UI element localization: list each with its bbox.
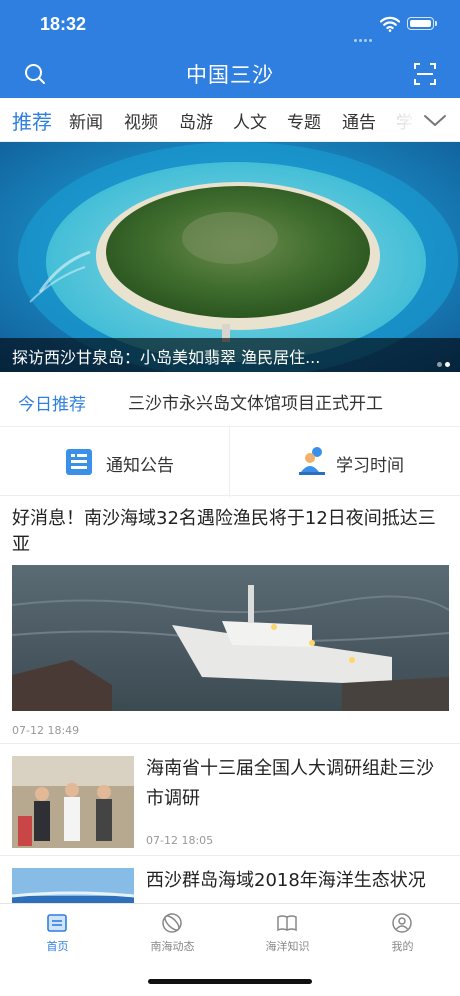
notice-label: 通知公告 xyxy=(106,456,174,476)
article-time: 07-12 18:05 xyxy=(146,834,214,847)
study-label: 学习时间 xyxy=(336,456,404,476)
tabbar-profile[interactable]: 我的 xyxy=(345,904,460,964)
tabbar-south-sea-news[interactable]: 南海动态 xyxy=(115,904,230,964)
study-button[interactable]: 学习时间 xyxy=(230,427,460,497)
article-headline: 西沙群岛海域2018年海洋生态状况 xyxy=(146,870,426,891)
status-time: 18:32 xyxy=(40,14,87,34)
tab-notices[interactable]: 通告 xyxy=(342,108,376,133)
status-bar: 18:32 xyxy=(0,0,460,48)
lead-article[interactable]: 好消息！南沙海域32名遇险渔民将于12日夜间抵达三亚 07-12 18:49 xyxy=(0,496,460,744)
tab-topics[interactable]: 专题 xyxy=(287,108,321,133)
carousel-dots xyxy=(434,352,450,371)
lead-article-image xyxy=(12,565,449,711)
tabbar-profile-label: 我的 xyxy=(391,940,414,953)
article-thumbnail xyxy=(12,756,134,848)
article-headline: 海南省十三届全国人大调研组赴三沙市调研 xyxy=(146,758,434,809)
notice-icon xyxy=(66,449,92,475)
lead-article-time: 07-12 18:49 xyxy=(12,724,80,737)
category-tabs: 推荐 新闻 视频 岛游 人文 专题 通告 学 xyxy=(0,98,460,142)
lead-article-headline: 好消息！南沙海域32名遇险渔民将于12日夜间抵达三亚 xyxy=(12,508,436,555)
signal-icon xyxy=(354,27,376,42)
today-recommend-label: 今日推荐 xyxy=(18,395,86,415)
wifi-icon xyxy=(380,16,400,32)
tab-news[interactable]: 新闻 xyxy=(69,108,103,133)
chevron-down-icon xyxy=(424,115,446,126)
battery-icon xyxy=(407,17,437,30)
study-icon xyxy=(299,447,325,475)
today-recommend-headline[interactable]: 三沙市永兴岛文体馆项目正式开工 xyxy=(128,389,383,414)
tabbar-home[interactable]: 首页 xyxy=(0,904,115,964)
home-icon xyxy=(47,914,67,932)
tab-recommend[interactable]: 推荐 xyxy=(12,106,52,135)
article-item[interactable]: 西沙群岛海域2018年海洋生态状况 xyxy=(0,856,460,904)
tab-video[interactable]: 视频 xyxy=(124,108,158,133)
article-thumbnail xyxy=(12,868,134,904)
expand-tabs-button[interactable] xyxy=(418,104,452,136)
book-icon xyxy=(277,915,297,932)
scan-icon[interactable] xyxy=(412,61,438,87)
news-icon xyxy=(162,913,182,933)
notice-button[interactable]: 通知公告 xyxy=(0,427,229,497)
tabbar-ocean-knowledge-label: 海洋知识 xyxy=(265,940,310,953)
profile-icon xyxy=(392,913,412,933)
today-recommend[interactable]: 今日推荐 三沙市永兴岛文体馆项目正式开工 xyxy=(0,372,460,426)
app-title: 中国三沙 xyxy=(186,63,274,87)
tabbar-south-sea-news-label: 南海动态 xyxy=(150,940,195,953)
tab-island-tour[interactable]: 岛游 xyxy=(179,108,213,133)
banner-caption: 探访西沙甘泉岛：小岛美如翡翠 渔民居住... xyxy=(12,348,321,367)
tab-culture[interactable]: 人文 xyxy=(233,108,267,133)
app-header: 中国三沙 xyxy=(0,48,460,98)
article-item[interactable]: 海南省十三届全国人大调研组赴三沙市调研 07-12 18:05 xyxy=(0,744,460,856)
home-indicator xyxy=(148,979,312,984)
shortcut-row: 通知公告 学习时间 xyxy=(0,426,460,497)
tabbar-home-label: 首页 xyxy=(46,940,69,953)
banner-carousel[interactable]: 探访西沙甘泉岛：小岛美如翡翠 渔民居住... xyxy=(0,142,460,372)
tabbar-ocean-knowledge[interactable]: 海洋知识 xyxy=(230,904,345,964)
